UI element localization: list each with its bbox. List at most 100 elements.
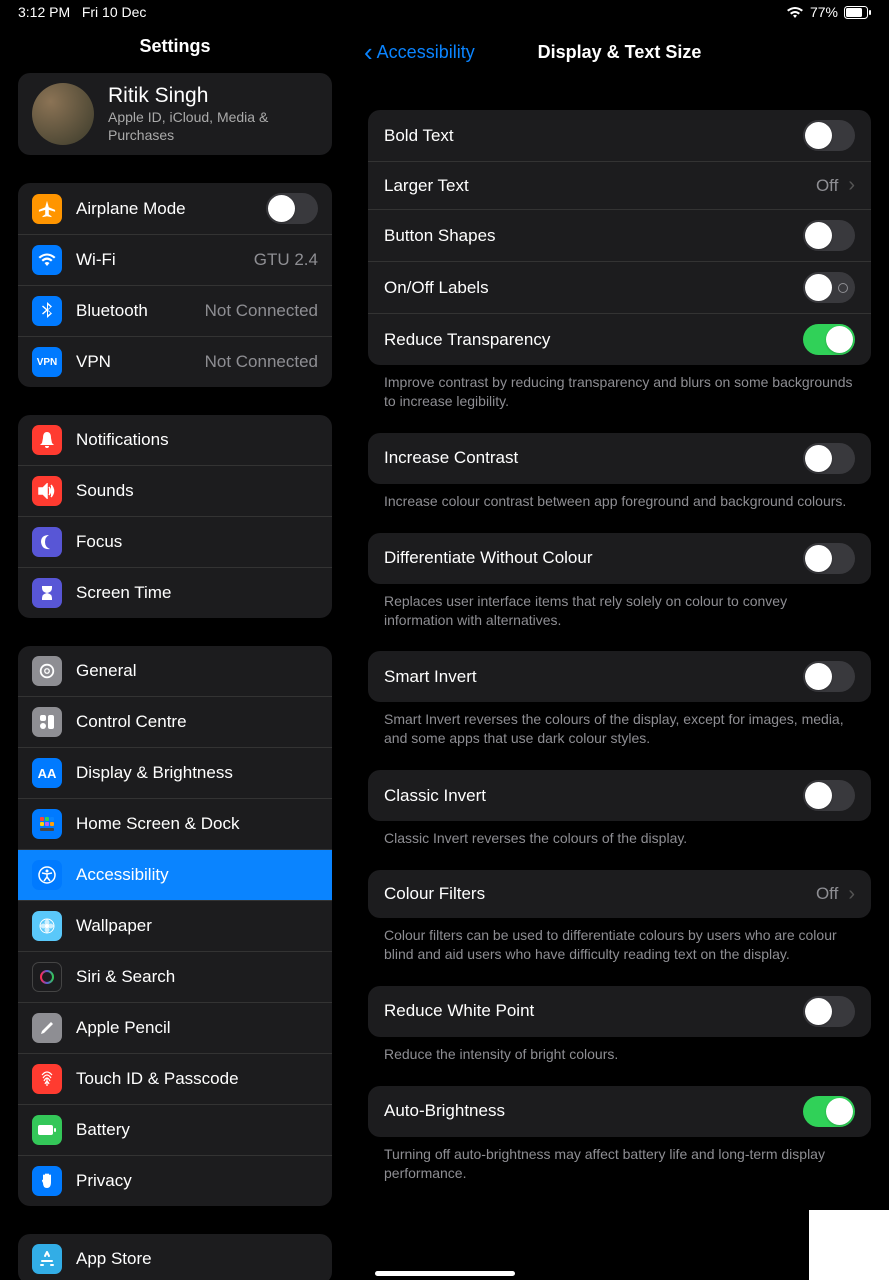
aa-icon: AA (32, 758, 62, 788)
classic-footer: Classic Invert reverses the colours of t… (368, 821, 871, 870)
vpn-icon: VPN (32, 347, 62, 377)
fingerprint-icon (32, 1064, 62, 1094)
auto-footer: Turning off auto-brightness may affect b… (368, 1137, 871, 1193)
accessibility-label: Accessibility (76, 865, 318, 885)
onoff-toggle[interactable] (803, 272, 855, 303)
appstore-icon (32, 1244, 62, 1274)
vpn-value: Not Connected (205, 352, 318, 372)
larger-value: Off (816, 176, 838, 196)
chevron-right-icon: › (848, 883, 855, 906)
contrast-footer: Increase colour contrast between app for… (368, 484, 871, 533)
transparency-toggle[interactable] (803, 324, 855, 355)
sidebar-item-display[interactable]: AA Display & Brightness (18, 747, 332, 798)
sidebar-item-screentime[interactable]: Screen Time (18, 567, 332, 618)
row-bold-text[interactable]: Bold Text (368, 110, 871, 161)
auto-label: Auto-Brightness (384, 1101, 793, 1121)
shapes-toggle[interactable] (803, 220, 855, 251)
classic-toggle[interactable] (803, 780, 855, 811)
sidebar-item-touchid[interactable]: Touch ID & Passcode (18, 1053, 332, 1104)
detail-header: ‹ Accessibility Display & Text Size (350, 24, 889, 80)
bold-toggle[interactable] (803, 120, 855, 151)
sidebar-item-appstore[interactable]: App Store (18, 1234, 332, 1280)
row-differentiate[interactable]: Differentiate Without Colour (368, 533, 871, 584)
wallpaper-label: Wallpaper (76, 916, 318, 936)
sidebar-item-siri[interactable]: Siri & Search (18, 951, 332, 1002)
contrast-label: Increase Contrast (384, 448, 793, 468)
vpn-label: VPN (76, 352, 191, 372)
row-classic-invert[interactable]: Classic Invert (368, 770, 871, 821)
gear-icon (32, 656, 62, 686)
home-indicator[interactable] (375, 1271, 515, 1276)
auto-toggle[interactable] (803, 1096, 855, 1127)
sidebar-item-airplane[interactable]: Airplane Mode (18, 183, 332, 234)
sidebar-scroll[interactable]: Ritik Singh Apple ID, iCloud, Media & Pu… (0, 73, 350, 1280)
status-date: Fri 10 Dec (82, 4, 147, 20)
focus-label: Focus (76, 532, 318, 552)
battery-icon (844, 6, 871, 19)
sidebar-item-pencil[interactable]: Apple Pencil (18, 1002, 332, 1053)
display-label: Display & Brightness (76, 763, 318, 783)
hand-icon (32, 1166, 62, 1196)
wifi-icon (786, 6, 804, 19)
filters-label: Colour Filters (384, 884, 806, 904)
row-smart-invert[interactable]: Smart Invert (368, 651, 871, 702)
sidebar-item-vpn[interactable]: VPN VPN Not Connected (18, 336, 332, 387)
shapes-label: Button Shapes (384, 226, 793, 246)
diff-label: Differentiate Without Colour (384, 548, 793, 568)
larger-label: Larger Text (384, 176, 806, 196)
wifi-label: Wi-Fi (76, 250, 240, 270)
status-right: 77% (786, 4, 871, 20)
back-button[interactable]: ‹ Accessibility (364, 39, 475, 65)
contrast-toggle[interactable] (803, 443, 855, 474)
moon-icon (32, 527, 62, 557)
home-label: Home Screen & Dock (76, 814, 318, 834)
row-reduce-white[interactable]: Reduce White Point (368, 986, 871, 1037)
smart-toggle[interactable] (803, 661, 855, 692)
control-label: Control Centre (76, 712, 318, 732)
bluetooth-label: Bluetooth (76, 301, 191, 321)
row-auto-brightness[interactable]: Auto-Brightness (368, 1086, 871, 1137)
row-increase-contrast[interactable]: Increase Contrast (368, 433, 871, 484)
sidebar-item-control[interactable]: Control Centre (18, 696, 332, 747)
airplane-toggle[interactable] (266, 193, 318, 224)
sidebar-item-sounds[interactable]: Sounds (18, 465, 332, 516)
profile-card[interactable]: Ritik Singh Apple ID, iCloud, Media & Pu… (18, 73, 332, 155)
sidebar-item-wallpaper[interactable]: Wallpaper (18, 900, 332, 951)
overlay-box (809, 1210, 889, 1280)
sidebar-item-wifi[interactable]: Wi-Fi GTU 2.4 (18, 234, 332, 285)
onoff-label: On/Off Labels (384, 278, 793, 298)
row-colour-filters[interactable]: Colour Filters Off › (368, 870, 871, 918)
grid-icon (32, 809, 62, 839)
sidebar-item-privacy[interactable]: Privacy (18, 1155, 332, 1206)
notifications-label: Notifications (76, 430, 318, 450)
filters-value: Off (816, 884, 838, 904)
classic-label: Classic Invert (384, 786, 793, 806)
row-onoff-labels[interactable]: On/Off Labels (368, 261, 871, 313)
row-reduce-transparency[interactable]: Reduce Transparency (368, 313, 871, 365)
sidebar-item-general[interactable]: General (18, 646, 332, 696)
diff-toggle[interactable] (803, 543, 855, 574)
privacy-label: Privacy (76, 1171, 318, 1191)
sidebar-item-notifications[interactable]: Notifications (18, 415, 332, 465)
sounds-label: Sounds (76, 481, 318, 501)
white-toggle[interactable] (803, 996, 855, 1027)
sidebar-item-accessibility[interactable]: Accessibility (18, 849, 332, 900)
touchid-label: Touch ID & Passcode (76, 1069, 318, 1089)
row-button-shapes[interactable]: Button Shapes (368, 209, 871, 261)
wifi-icon (32, 245, 62, 275)
airplane-label: Airplane Mode (76, 199, 252, 219)
filters-footer: Colour filters can be used to differenti… (368, 918, 871, 986)
sidebar-item-focus[interactable]: Focus (18, 516, 332, 567)
sidebar-item-bluetooth[interactable]: Bluetooth Not Connected (18, 285, 332, 336)
sidebar-item-battery[interactable]: Battery (18, 1104, 332, 1155)
detail-scroll[interactable]: Bold Text Larger Text Off › Button Shape… (350, 80, 889, 1280)
wifi-value: GTU 2.4 (254, 250, 318, 270)
screentime-label: Screen Time (76, 583, 318, 603)
avatar (32, 83, 94, 145)
chevron-right-icon: › (848, 174, 855, 197)
general-label: General (76, 661, 318, 681)
sidebar-item-home[interactable]: Home Screen & Dock (18, 798, 332, 849)
row-larger-text[interactable]: Larger Text Off › (368, 161, 871, 209)
control-icon (32, 707, 62, 737)
white-footer: Reduce the intensity of bright colours. (368, 1037, 871, 1086)
